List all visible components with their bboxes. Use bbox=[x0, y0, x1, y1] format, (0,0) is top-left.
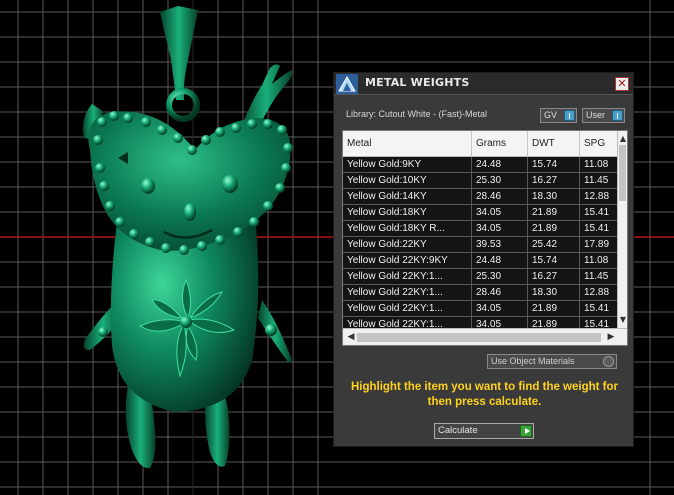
use-object-materials-label: Use Object Materials bbox=[491, 356, 575, 366]
scroll-right-icon[interactable]: ▶ bbox=[605, 329, 617, 345]
vertical-scroll-thumb[interactable] bbox=[619, 145, 626, 201]
spg-cell: 15.41 bbox=[584, 303, 610, 314]
metal-cell: Yellow Gold 22KY:1... bbox=[343, 301, 472, 316]
metal-cell: Yellow Gold:22KY bbox=[343, 237, 472, 252]
dwt-cell: 21.89 bbox=[528, 301, 580, 316]
spg-cell: 17.89 bbox=[584, 239, 610, 250]
dwt-cell: 18.30 bbox=[528, 189, 580, 204]
table-header: Metal Grams DWT SPG bbox=[343, 131, 619, 157]
vertical-scrollbar[interactable]: ▲ ▼ bbox=[617, 131, 627, 328]
column-header-metal[interactable]: Metal bbox=[343, 131, 472, 156]
grams-cell: 28.46 bbox=[472, 285, 528, 300]
instruction-text: Highlight the item you want to find the … bbox=[350, 381, 619, 408]
table-row[interactable]: Yellow Gold 22KY:1... 34.05 21.89 15.41 bbox=[343, 317, 619, 328]
grams-cell: 34.05 bbox=[472, 221, 528, 236]
grams-cell: 25.30 bbox=[472, 269, 528, 284]
table-row[interactable]: Yellow Gold 22KY:9KY 24.48 15.74 11.08 bbox=[343, 253, 619, 269]
spg-cell: 11.45 bbox=[584, 175, 609, 186]
table-row[interactable]: Yellow Gold 22KY:1... 28.46 18.30 12.88 bbox=[343, 285, 619, 301]
play-arrow-icon bbox=[520, 425, 532, 437]
panel-titlebar[interactable]: METAL WEIGHTS ✕ bbox=[334, 73, 633, 95]
metal-cell: Yellow Gold:14KY bbox=[343, 189, 472, 204]
grams-cell: 24.48 bbox=[472, 253, 528, 268]
gv-toggle[interactable]: GV bbox=[540, 108, 577, 123]
calculate-button[interactable]: Calculate bbox=[434, 423, 534, 439]
dwt-cell: 21.89 bbox=[528, 221, 580, 236]
use-object-materials-toggle[interactable]: Use Object Materials bbox=[487, 354, 617, 369]
dwt-cell: 15.74 bbox=[528, 157, 580, 172]
scroll-up-icon[interactable]: ▲ bbox=[618, 133, 627, 145]
grams-cell: 28.46 bbox=[472, 189, 528, 204]
dwt-cell: 16.27 bbox=[528, 173, 580, 188]
gv-toggle-label: GV bbox=[544, 110, 558, 120]
grams-cell: 34.05 bbox=[472, 317, 528, 328]
column-header-spg[interactable]: SPG bbox=[580, 131, 620, 156]
spg-cell: 15.41 bbox=[584, 207, 610, 218]
calculate-label: Calculate bbox=[438, 425, 478, 436]
metal-cell: Yellow Gold:18KY R... bbox=[343, 221, 472, 236]
spg-cell: 15.41 bbox=[584, 223, 610, 234]
table-row[interactable]: Yellow Gold:10KY 25.30 16.27 11.45 bbox=[343, 173, 619, 189]
metal-weights-table[interactable]: Metal Grams DWT SPG Yellow Gold:9KY 24.4… bbox=[342, 130, 628, 346]
column-header-grams[interactable]: Grams bbox=[472, 131, 528, 156]
dwt-cell: 18.30 bbox=[528, 285, 580, 300]
close-icon: ✕ bbox=[617, 77, 627, 90]
spg-cell: 11.08 bbox=[584, 255, 609, 266]
library-label: Library: Cutout White - (Fast)-Metal bbox=[346, 109, 488, 119]
close-button[interactable]: ✕ bbox=[615, 77, 629, 91]
grams-cell: 34.05 bbox=[472, 205, 528, 220]
app-logo-icon bbox=[336, 74, 358, 94]
metal-cell: Yellow Gold 22KY:1... bbox=[343, 317, 472, 328]
table-body: Yellow Gold:9KY 24.48 15.74 11.08 Yellow… bbox=[343, 157, 619, 328]
table-row[interactable]: Yellow Gold:22KY 39.53 25.42 17.89 bbox=[343, 237, 619, 253]
scrollbar-corner bbox=[619, 329, 627, 345]
grams-cell: 34.05 bbox=[472, 301, 528, 316]
panel-title: METAL WEIGHTS bbox=[365, 76, 470, 89]
metal-cell: Yellow Gold:18KY bbox=[343, 205, 472, 220]
metal-cell: Yellow Gold:10KY bbox=[343, 173, 472, 188]
metal-weights-panel: METAL WEIGHTS ✕ Library: Cutout White - … bbox=[333, 72, 634, 447]
grams-cell: 24.48 bbox=[472, 157, 528, 172]
metal-cell: Yellow Gold:9KY bbox=[343, 157, 472, 172]
user-toggle-label: User bbox=[586, 110, 606, 120]
grams-cell: 25.30 bbox=[472, 173, 528, 188]
spg-cell: 11.45 bbox=[584, 271, 609, 282]
table-row[interactable]: Yellow Gold:14KY 28.46 18.30 12.88 bbox=[343, 189, 619, 205]
metal-cell: Yellow Gold 22KY:1... bbox=[343, 269, 472, 284]
table-row[interactable]: Yellow Gold 22KY:1... 34.05 21.89 15.41 bbox=[343, 301, 619, 317]
scroll-down-icon[interactable]: ▼ bbox=[618, 314, 627, 326]
table-row[interactable]: Yellow Gold:18KY R... 34.05 21.89 15.41 bbox=[343, 221, 619, 237]
radio-circle-icon bbox=[603, 356, 614, 367]
dwt-cell: 16.27 bbox=[528, 269, 580, 284]
spg-cell: 11.08 bbox=[584, 159, 609, 170]
user-toggle[interactable]: User bbox=[582, 108, 625, 123]
table-row[interactable]: Yellow Gold 22KY:1... 25.30 16.27 11.45 bbox=[343, 269, 619, 285]
table-row[interactable]: Yellow Gold:9KY 24.48 15.74 11.08 bbox=[343, 157, 619, 173]
scroll-left-icon[interactable]: ◀ bbox=[345, 329, 357, 345]
dwt-cell: 15.74 bbox=[528, 253, 580, 268]
user-toggle-switch-icon bbox=[612, 110, 623, 121]
spg-cell: 15.41 bbox=[584, 319, 610, 328]
metal-cell: Yellow Gold 22KY:9KY bbox=[343, 253, 472, 268]
spg-cell: 12.88 bbox=[584, 191, 610, 202]
spg-cell: 12.88 bbox=[584, 287, 610, 298]
column-header-dwt[interactable]: DWT bbox=[528, 131, 580, 156]
horizontal-scroll-thumb[interactable] bbox=[357, 333, 601, 342]
grams-cell: 39.53 bbox=[472, 237, 528, 252]
dwt-cell: 21.89 bbox=[528, 317, 580, 328]
dwt-cell: 21.89 bbox=[528, 205, 580, 220]
table-row[interactable]: Yellow Gold:18KY 34.05 21.89 15.41 bbox=[343, 205, 619, 221]
metal-cell: Yellow Gold 22KY:1... bbox=[343, 285, 472, 300]
gv-toggle-switch-icon bbox=[564, 110, 575, 121]
horizontal-scrollbar[interactable]: ◀ ▶ bbox=[343, 328, 627, 345]
dwt-cell: 25.42 bbox=[528, 237, 580, 252]
